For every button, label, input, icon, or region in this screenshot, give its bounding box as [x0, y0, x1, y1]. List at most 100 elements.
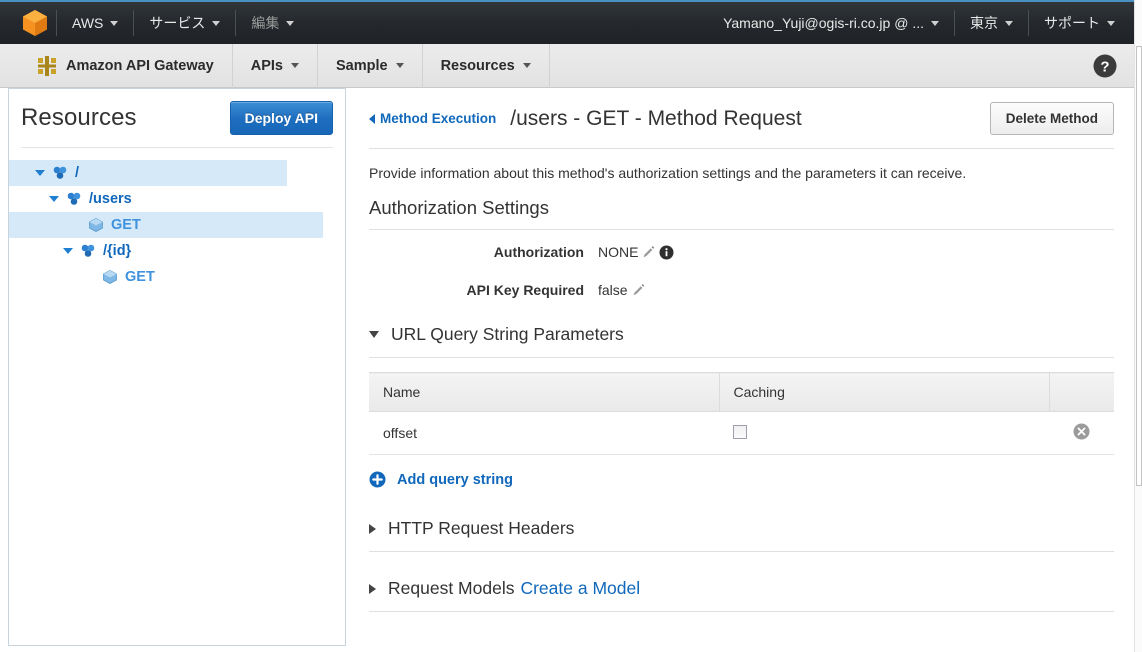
- resource-tree: / /users GET /{id} GET: [9, 148, 345, 290]
- table-row: offset: [369, 411, 1114, 455]
- region-menu[interactable]: 東京: [957, 2, 1026, 44]
- topnav-item-aws[interactable]: AWS: [59, 2, 131, 44]
- nav-item-sample[interactable]: Sample: [318, 44, 422, 88]
- aws-cube-icon[interactable]: [22, 9, 48, 37]
- tree-label-id: /{id}: [103, 243, 132, 259]
- chevron-down-icon: [931, 20, 939, 26]
- tree-toggle-root[interactable]: [31, 170, 49, 176]
- section-header-http-request-headers[interactable]: HTTP Request Headers: [347, 518, 1136, 539]
- main-header: Method Execution /users - GET - Method R…: [347, 88, 1136, 135]
- table-header-row: Name Caching: [369, 372, 1114, 412]
- topnav-right-group: Yamano_Yuji@ogis-ri.co.jp @ ... 東京 サポート: [710, 2, 1142, 44]
- section-title-http-request-headers: HTTP Request Headers: [388, 518, 575, 538]
- account-menu[interactable]: Yamano_Yuji@ogis-ri.co.jp @ ...: [710, 2, 952, 44]
- chevron-down-icon: [1107, 20, 1115, 26]
- tree-item-users-get[interactable]: GET: [9, 212, 323, 238]
- divider: [369, 229, 1114, 230]
- api-gateway-icon: [38, 55, 56, 76]
- tree-item-users[interactable]: /users: [9, 186, 345, 212]
- topnav-label-edit: 編集: [251, 15, 280, 31]
- method-request-panel: Method Execution /users - GET - Method R…: [347, 88, 1136, 652]
- column-header-caching: Caching: [719, 372, 1050, 412]
- cell-param-actions: [1049, 411, 1114, 455]
- section-title-url-query-string-parameters: URL Query String Parameters: [391, 324, 624, 344]
- remove-circle-icon[interactable]: [1073, 423, 1090, 440]
- method-cube-icon: [99, 269, 121, 285]
- service-brand-api-gateway[interactable]: Amazon API Gateway: [22, 44, 232, 88]
- table-body: offset: [369, 411, 1114, 455]
- nav-label-resources: Resources: [440, 57, 515, 74]
- chevron-down-icon: [286, 20, 295, 26]
- nav-item-resources[interactable]: Resources: [423, 44, 549, 88]
- nav-divider: [235, 10, 237, 36]
- topnav-label-aws: AWS: [72, 15, 104, 31]
- triangle-right-icon: [369, 523, 376, 534]
- topnav-item-edit[interactable]: 編集: [238, 2, 307, 44]
- support-menu[interactable]: サポート: [1031, 2, 1128, 44]
- edit-pencil-icon[interactable]: [631, 283, 646, 298]
- help-circle-icon: ?: [1093, 54, 1117, 77]
- service-nav-items: Amazon API Gateway APIs Sample Resources: [22, 43, 550, 88]
- field-value-group-api-key-required: false: [598, 282, 646, 298]
- nav-divider: [954, 10, 955, 36]
- tree-toggle-users[interactable]: [45, 196, 63, 202]
- triangle-down-icon: [63, 248, 73, 254]
- field-value-authorization: NONE: [598, 244, 639, 260]
- create-a-model-link[interactable]: Create a Model: [520, 578, 640, 599]
- tree-item-id[interactable]: /{id}: [9, 238, 345, 264]
- field-row-api-key-required: API Key Required false: [347, 282, 1136, 298]
- cell-param-name: offset: [369, 411, 719, 455]
- info-icon[interactable]: [659, 245, 674, 260]
- back-to-method-execution-link[interactable]: Method Execution: [369, 111, 496, 126]
- query-string-parameters-table: Name Caching offset: [369, 372, 1114, 455]
- back-link-label: Method Execution: [380, 111, 497, 126]
- page-description: Provide information about this method's …: [369, 165, 967, 181]
- add-query-string-label: Add query string: [397, 471, 514, 488]
- resource-icon: [49, 166, 71, 180]
- chevron-down-icon: [1005, 20, 1013, 26]
- triangle-right-icon: [369, 583, 376, 594]
- chevron-down-icon: [522, 63, 531, 68]
- tree-label-users: /users: [89, 191, 132, 207]
- triangle-down-icon: [369, 331, 379, 338]
- field-row-authorization: Authorization NONE: [347, 244, 1136, 260]
- caching-checkbox[interactable]: [733, 424, 747, 439]
- nav-item-apis[interactable]: APIs: [233, 44, 317, 88]
- tree-label-users-get: GET: [111, 217, 141, 233]
- delete-method-button[interactable]: Delete Method: [989, 102, 1114, 135]
- section-header-request-models[interactable]: Request Models Create a Model: [347, 578, 1136, 599]
- nav-label-sample: Sample: [335, 57, 388, 74]
- triangle-down-icon: [49, 196, 59, 202]
- section-header-url-query-string-parameters[interactable]: URL Query String Parameters: [347, 324, 1136, 345]
- resources-header: Resources Deploy API: [9, 89, 345, 135]
- table-header: Name Caching: [369, 372, 1114, 412]
- tree-toggle-id[interactable]: [59, 248, 77, 254]
- topnav-label-services: サービス: [149, 15, 206, 31]
- edit-pencil-icon[interactable]: [641, 245, 656, 260]
- nav-divider: [548, 43, 550, 88]
- page-scrollbar[interactable]: [1134, 0, 1142, 652]
- field-label-authorization: Authorization: [493, 244, 584, 260]
- chevron-down-icon: [290, 63, 299, 68]
- column-header-actions: [1049, 372, 1114, 412]
- cell-param-caching: [719, 411, 1049, 455]
- column-header-name: Name: [369, 372, 720, 412]
- page-title-resources: Resources: [21, 104, 137, 131]
- tree-label-id-get: GET: [125, 269, 155, 285]
- topnav-item-services[interactable]: サービス: [136, 2, 233, 44]
- nav-divider: [1028, 10, 1029, 36]
- chevron-down-icon: [212, 20, 221, 26]
- chevron-down-icon: [110, 20, 119, 26]
- arrow-left-icon: [369, 113, 375, 124]
- tree-item-root[interactable]: /: [9, 160, 287, 186]
- resource-icon: [77, 244, 99, 258]
- field-value-group-authorization: NONE: [598, 244, 674, 260]
- scrollbar-thumb[interactable]: [1136, 46, 1142, 486]
- tree-item-id-get[interactable]: GET: [9, 264, 345, 290]
- add-query-string-link[interactable]: Add query string: [369, 471, 513, 488]
- field-label-api-key-required: API Key Required: [466, 282, 584, 298]
- aws-global-navbar: AWS サービス 編集 Yamano_Yuji@ogis-ri.co.jp @ …: [0, 0, 1142, 44]
- deploy-api-button[interactable]: Deploy API: [229, 101, 333, 135]
- tree-label-root: /: [75, 165, 80, 181]
- nav-divider: [133, 10, 135, 36]
